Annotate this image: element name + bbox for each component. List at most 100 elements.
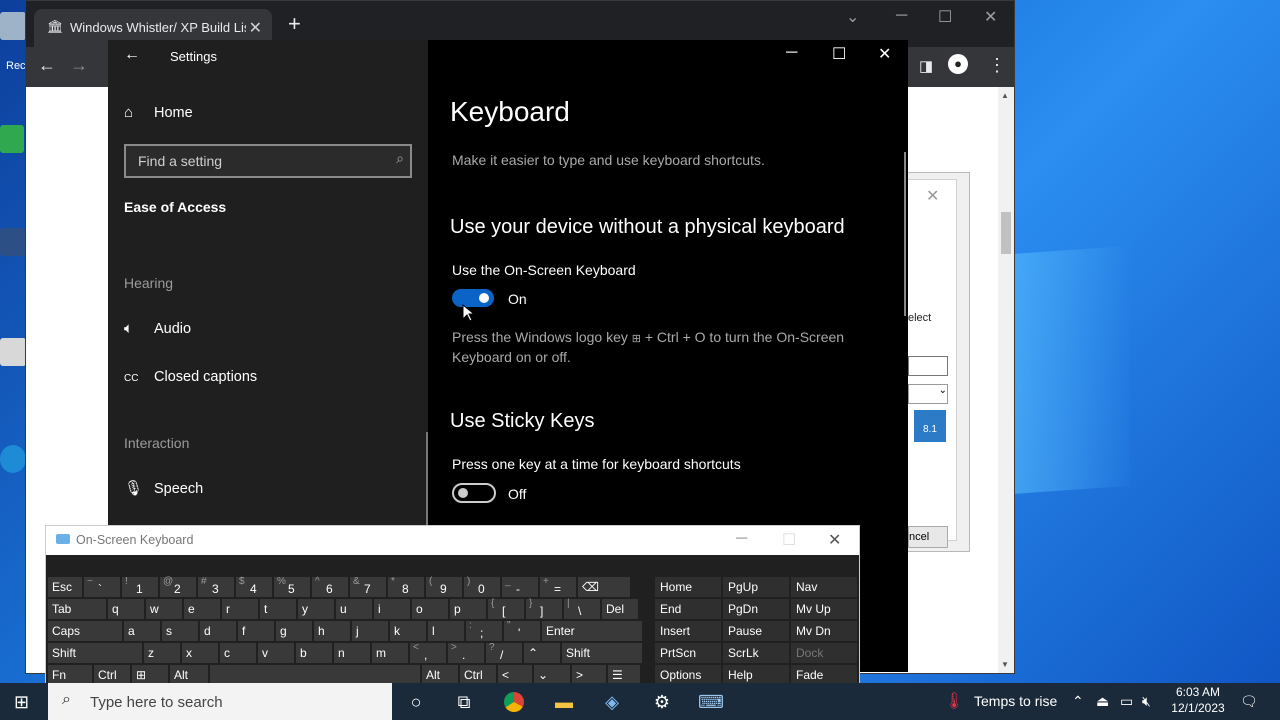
osk-key[interactable]: q bbox=[108, 599, 144, 619]
task-view-icon[interactable]: ⧉ bbox=[452, 690, 476, 714]
osk-key[interactable]: e bbox=[184, 599, 220, 619]
chrome-icon[interactable] bbox=[502, 690, 526, 714]
new-tab-button[interactable]: + bbox=[288, 11, 301, 37]
osk-key[interactable]: g bbox=[276, 621, 312, 641]
profile-avatar-icon[interactable]: ● bbox=[948, 54, 968, 74]
osk-key[interactable]: a bbox=[124, 621, 160, 641]
osk-key[interactable]: ⌄ bbox=[534, 665, 570, 685]
osk-key[interactable]: & 7 bbox=[350, 576, 386, 597]
osk-key[interactable]: Shift bbox=[48, 643, 142, 663]
osk-key[interactable]: x bbox=[182, 643, 218, 663]
osk-key[interactable]: y bbox=[298, 599, 334, 619]
osk-nav-key[interactable]: Options bbox=[655, 665, 721, 685]
content-scrollbar[interactable] bbox=[904, 152, 906, 316]
file-explorer-icon[interactable]: ▬ bbox=[552, 690, 576, 714]
osk-key[interactable]: ? / bbox=[486, 642, 522, 663]
osk-key[interactable]: n bbox=[334, 643, 370, 663]
osk-key[interactable]: k bbox=[390, 621, 426, 641]
osk-key[interactable]: z bbox=[144, 643, 180, 663]
osk-key[interactable]: m bbox=[372, 643, 408, 663]
side-panel-icon[interactable]: ◨ bbox=[919, 57, 933, 75]
settings-gear-icon[interactable]: ⚙ bbox=[650, 690, 674, 714]
osk-key[interactable]: #3 bbox=[198, 576, 234, 597]
osk-key[interactable]: o bbox=[412, 599, 448, 619]
osk-key[interactable]: Enter bbox=[542, 621, 642, 641]
desktop-icon-control-panel[interactable] bbox=[0, 338, 26, 366]
osk-key[interactable]: }] bbox=[526, 598, 562, 619]
osk-key[interactable]: f bbox=[238, 621, 274, 641]
desktop-icon-chrome[interactable] bbox=[0, 125, 26, 153]
desktop-icon-recycle-bin[interactable]: Rec bbox=[0, 12, 26, 72]
tab-search-icon[interactable]: ⌄ bbox=[846, 7, 859, 27]
osk-key[interactable]: p bbox=[450, 599, 486, 619]
osk-key[interactable]: ~ ` bbox=[84, 576, 120, 597]
virtualbox-icon[interactable]: ◈ bbox=[600, 690, 624, 714]
more-menu-icon[interactable]: ⋮ bbox=[988, 55, 1006, 76]
osk-key[interactable]: @2 bbox=[160, 576, 196, 597]
osk-nav-key[interactable]: Mv Dn bbox=[791, 621, 857, 641]
osk-key[interactable]: Ctrl bbox=[94, 665, 130, 685]
osk-key[interactable]: | \ bbox=[564, 598, 600, 619]
osk-key[interactable]: ^ 6 bbox=[312, 576, 348, 597]
osk-close-button[interactable]: ✕ bbox=[828, 530, 841, 550]
page-scrollbar[interactable]: ▲ ▼ bbox=[998, 87, 1014, 673]
osk-key[interactable]: " ' bbox=[504, 620, 540, 641]
settings-search-input[interactable] bbox=[136, 151, 380, 171]
osk-nav-key[interactable]: Help bbox=[723, 665, 789, 685]
osk-key[interactable]: b bbox=[296, 643, 332, 663]
osk-key[interactable]: r bbox=[222, 599, 258, 619]
osk-key[interactable]: Ctrl bbox=[460, 665, 496, 685]
osk-key[interactable]: ) 0 bbox=[464, 576, 500, 597]
osk-key[interactable]: i bbox=[374, 599, 410, 619]
osk-key[interactable]: < bbox=[498, 665, 532, 685]
osk-nav-key[interactable]: ScrLk bbox=[723, 643, 789, 663]
dialog-text-field[interactable] bbox=[908, 356, 948, 376]
osk-key[interactable]: ⌫ bbox=[578, 577, 630, 597]
osk-key[interactable]: c bbox=[220, 643, 256, 663]
osk-nav-key[interactable]: Nav bbox=[791, 577, 857, 597]
network-icon[interactable]: ▭ bbox=[1120, 693, 1133, 710]
nav-item-speech[interactable]: 🎙︎ Speech bbox=[124, 477, 203, 501]
chevron-up-icon[interactable]: ⌃ bbox=[1072, 693, 1084, 710]
osk-nav-key[interactable]: PrtScn bbox=[655, 643, 721, 663]
settings-search[interactable]: ⌕ bbox=[124, 144, 412, 178]
osk-key[interactable]: >. bbox=[448, 642, 484, 663]
osk-minimize-button[interactable]: ─ bbox=[736, 530, 747, 548]
osk-key[interactable]: Del bbox=[602, 599, 638, 619]
browser-maximize-button[interactable]: ☐ bbox=[938, 7, 952, 27]
osk-key[interactable]: (9 bbox=[426, 576, 462, 597]
osk-key[interactable]: $4 bbox=[236, 576, 272, 597]
osk-key[interactable]: Fn bbox=[48, 665, 92, 685]
osk-key[interactable]: l bbox=[428, 621, 464, 641]
browser-close-button[interactable]: ✕ bbox=[984, 7, 997, 27]
osk-key[interactable]: s bbox=[162, 621, 198, 641]
desktop-icon-edge[interactable] bbox=[0, 445, 26, 473]
osk-key[interactable]: Alt bbox=[170, 665, 208, 685]
osk-nav-key[interactable]: Insert bbox=[655, 621, 721, 641]
windows-start-icon[interactable]: ⊞ bbox=[14, 692, 29, 713]
osk-key[interactable]: ! 1 bbox=[122, 576, 158, 597]
osk-key[interactable]: ⊞ bbox=[132, 665, 168, 685]
dialog-dropdown[interactable]: ⌄ bbox=[908, 384, 948, 404]
osk-key[interactable]: u bbox=[336, 599, 372, 619]
osk-key[interactable]: w bbox=[146, 599, 182, 619]
forward-arrow-icon[interactable]: → bbox=[70, 55, 88, 76]
osk-key[interactable]: * 8 bbox=[388, 576, 424, 597]
scrollbar-thumb[interactable] bbox=[1001, 212, 1011, 254]
osk-nav-key[interactable]: End bbox=[655, 599, 721, 619]
osk-key[interactable]: t bbox=[260, 599, 296, 619]
nav-item-home[interactable]: ⌂ Home bbox=[124, 101, 193, 125]
tab-close-icon[interactable]: ✕ bbox=[249, 18, 262, 38]
osk-key[interactable]: Alt bbox=[422, 665, 458, 685]
osk-nav-key[interactable]: PgUp bbox=[723, 577, 789, 597]
osk-maximize-button[interactable]: ☐ bbox=[782, 530, 796, 550]
osk-nav-key[interactable]: PgDn bbox=[723, 599, 789, 619]
osk-taskbar-icon[interactable]: ⌨ bbox=[698, 690, 724, 714]
osk-nav-key[interactable]: Mv Up bbox=[791, 599, 857, 619]
browser-minimize-button[interactable]: ─ bbox=[896, 7, 907, 25]
osk-key[interactable]: ⌃ bbox=[524, 643, 560, 663]
osk-key[interactable]: {[ bbox=[488, 598, 524, 619]
osk-key[interactable]: + = bbox=[540, 576, 576, 597]
weather-text[interactable]: Temps to rise bbox=[974, 693, 1057, 709]
notifications-icon[interactable]: 🗨 bbox=[1240, 693, 1258, 710]
